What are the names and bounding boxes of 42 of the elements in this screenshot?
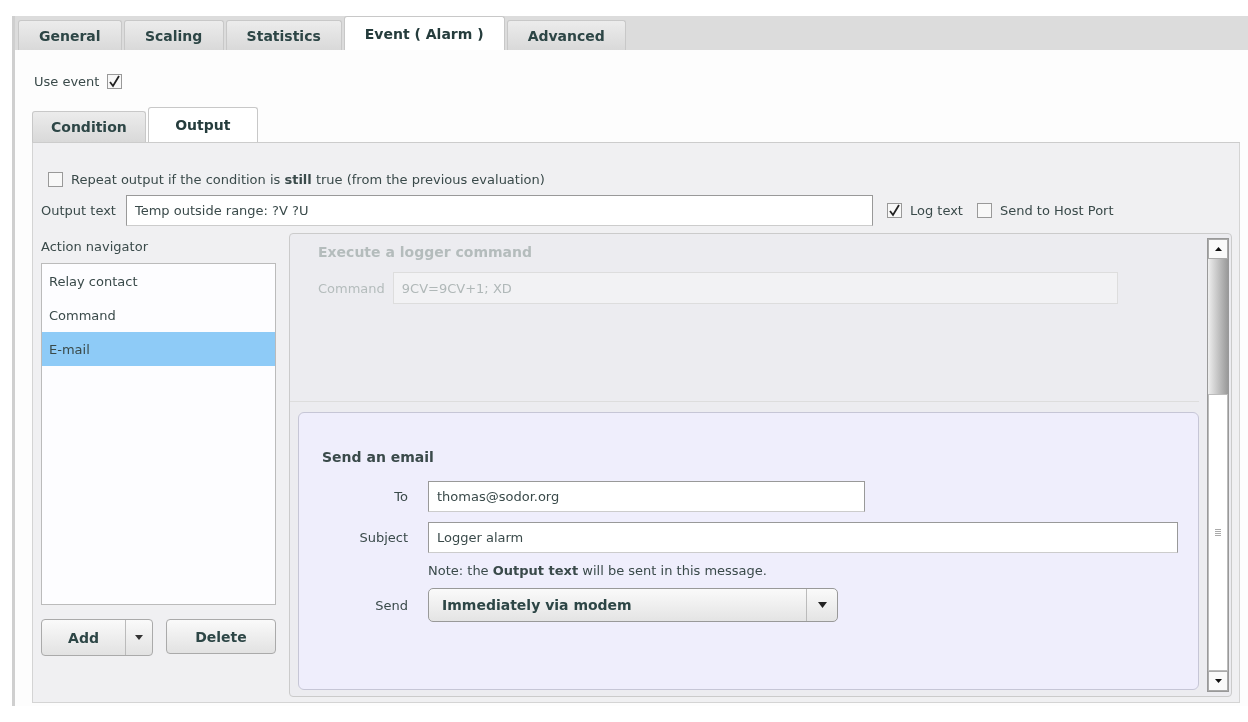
checkbox[interactable]	[976, 202, 992, 218]
add-split-button[interactable]: Add	[41, 619, 153, 656]
delete-button[interactable]: Delete	[166, 619, 276, 654]
checkbox-label: Repeat output if the condition is still true (from the previous evaluation)	[71, 172, 545, 187]
caret-icon	[135, 635, 143, 640]
checkbox[interactable]	[107, 73, 123, 89]
note-text: Note: the Output text will be sent in this message.	[428, 563, 768, 578]
field-label: Subject	[358, 530, 408, 545]
grip-icon	[1215, 529, 1221, 536]
list-item[interactable]: E-mail	[42, 332, 275, 366]
list-item[interactable]: Relay contact	[42, 264, 275, 298]
scroll-down-button[interactable]	[1208, 671, 1228, 691]
field-label: Send	[374, 597, 408, 613]
checkbox[interactable]	[886, 202, 902, 218]
to-field[interactable]: thomas@sodor.org	[428, 481, 865, 512]
scroll-up-button[interactable]	[1208, 239, 1228, 259]
field-label: Command	[318, 280, 385, 296]
checkbox[interactable]	[48, 172, 63, 187]
checkbox-label: Log text	[909, 202, 963, 218]
tab[interactable]: Statistics	[225, 20, 342, 50]
output-text-field[interactable]: Temp outside range: ?V ?U	[125, 194, 873, 226]
down-arrow-icon	[1214, 679, 1222, 683]
scrollbar[interactable]	[1207, 238, 1229, 692]
tab[interactable]: Event ( Alarm )	[343, 16, 505, 50]
section-title: Send an email	[322, 449, 435, 465]
tab[interactable]: Advanced	[506, 20, 626, 50]
checkbox-label: Use event	[34, 73, 100, 89]
tab[interactable]: Output	[147, 107, 258, 142]
field-label: To	[393, 489, 408, 504]
tab[interactable]: Condition	[32, 111, 146, 142]
section-title: Execute a logger command	[318, 244, 533, 260]
up-arrow-icon	[1214, 247, 1222, 251]
caret-icon	[817, 602, 827, 608]
list-item[interactable]: Command	[42, 298, 275, 332]
tab[interactable]: General	[18, 20, 122, 50]
add-button[interactable]: Add	[42, 620, 126, 655]
send-dropdown[interactable]: Immediately via modem	[428, 588, 838, 622]
checkbox-label: Send to Host Port	[999, 202, 1114, 218]
subject-field[interactable]: Logger alarm	[428, 522, 1178, 553]
field-label: Output text	[41, 202, 116, 218]
tab[interactable]: Scaling	[123, 20, 224, 50]
navigator-label: Action navigator	[41, 237, 149, 256]
